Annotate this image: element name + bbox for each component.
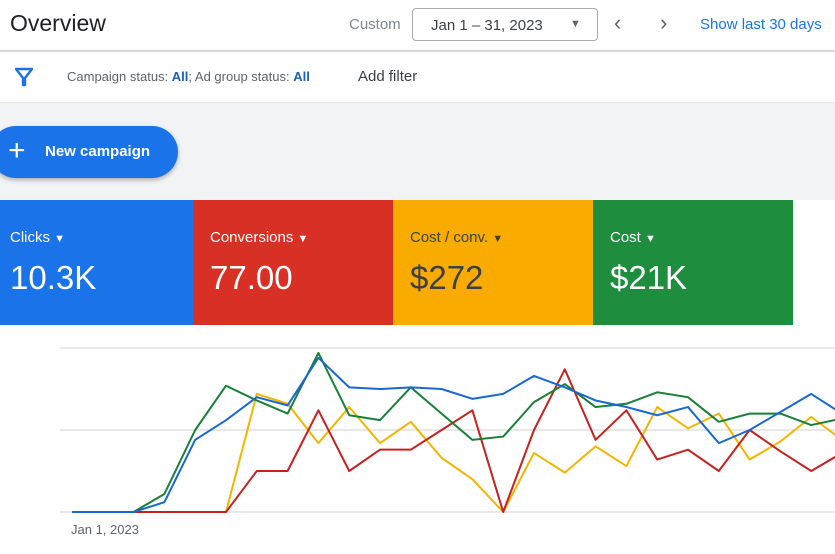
caret-down-icon: ▼ [570, 18, 581, 30]
metric-label: Cost [610, 229, 641, 246]
metric-label: Clicks [10, 229, 50, 246]
new-campaign-button[interactable]: + New campaign [0, 126, 178, 178]
series-line-cost-conv- [72, 392, 835, 513]
ad-group-status-value: All [293, 69, 310, 84]
metric-value: $21K [610, 259, 688, 296]
active-filters[interactable]: Campaign status: All; Ad group status: A… [67, 69, 310, 84]
metric-value: 10.3K [10, 259, 97, 296]
metric-card-cost-per-conversion[interactable]: Cost / conv. ▼ $272 [393, 200, 593, 325]
x-axis-start-label: Jan 1, 2023 [71, 522, 139, 537]
caret-down-icon[interactable]: ▼ [645, 233, 656, 245]
plus-icon: + [8, 134, 26, 167]
series-line-cost [72, 368, 835, 513]
caret-down-icon[interactable]: ▼ [54, 233, 65, 245]
date-range-value: Jan 1 – 31, 2023 [431, 17, 543, 34]
chevron-left-icon[interactable]: ‹ [614, 11, 621, 35]
add-filter-button[interactable]: Add filter [358, 68, 417, 85]
page-title: Overview [10, 10, 106, 36]
caret-down-icon[interactable]: ▼ [298, 233, 309, 245]
performance-chart [60, 347, 835, 513]
metric-label: Conversions [210, 229, 294, 246]
show-last-30-days-link[interactable]: Show last 30 days [700, 16, 822, 33]
campaign-status-label: Campaign status: [67, 69, 172, 84]
chevron-right-icon[interactable]: › [660, 11, 667, 35]
series-line-clicks [72, 356, 835, 513]
metric-cards: Clicks ▼ 10.3K Conversions ▼ 77.00 Cost … [0, 200, 835, 325]
metric-card-cost[interactable]: Cost ▼ $21K [593, 200, 793, 325]
filter-bar: Campaign status: All; Ad group status: A… [0, 52, 835, 103]
metric-value: $272 [410, 259, 484, 296]
metric-card-clicks[interactable]: Clicks ▼ 10.3K [0, 200, 193, 325]
campaign-status-value: All [171, 69, 189, 84]
header: Overview Custom Jan 1 – 31, 2023 ▼ ‹ › S… [0, 0, 835, 52]
date-range-picker[interactable]: Jan 1 – 31, 2023 ▼ [412, 8, 598, 41]
new-campaign-label: New campaign [45, 143, 151, 160]
caret-down-icon[interactable]: ▼ [492, 233, 503, 245]
range-type-label: Custom [349, 16, 401, 33]
filter-icon[interactable] [14, 66, 34, 88]
ad-group-status-label: Ad group status: [194, 69, 294, 84]
metric-card-conversions[interactable]: Conversions ▼ 77.00 [193, 200, 393, 325]
metric-label: Cost / conv. [410, 229, 489, 246]
metric-value: 77.00 [210, 259, 293, 296]
series-line-conversions [72, 351, 835, 513]
